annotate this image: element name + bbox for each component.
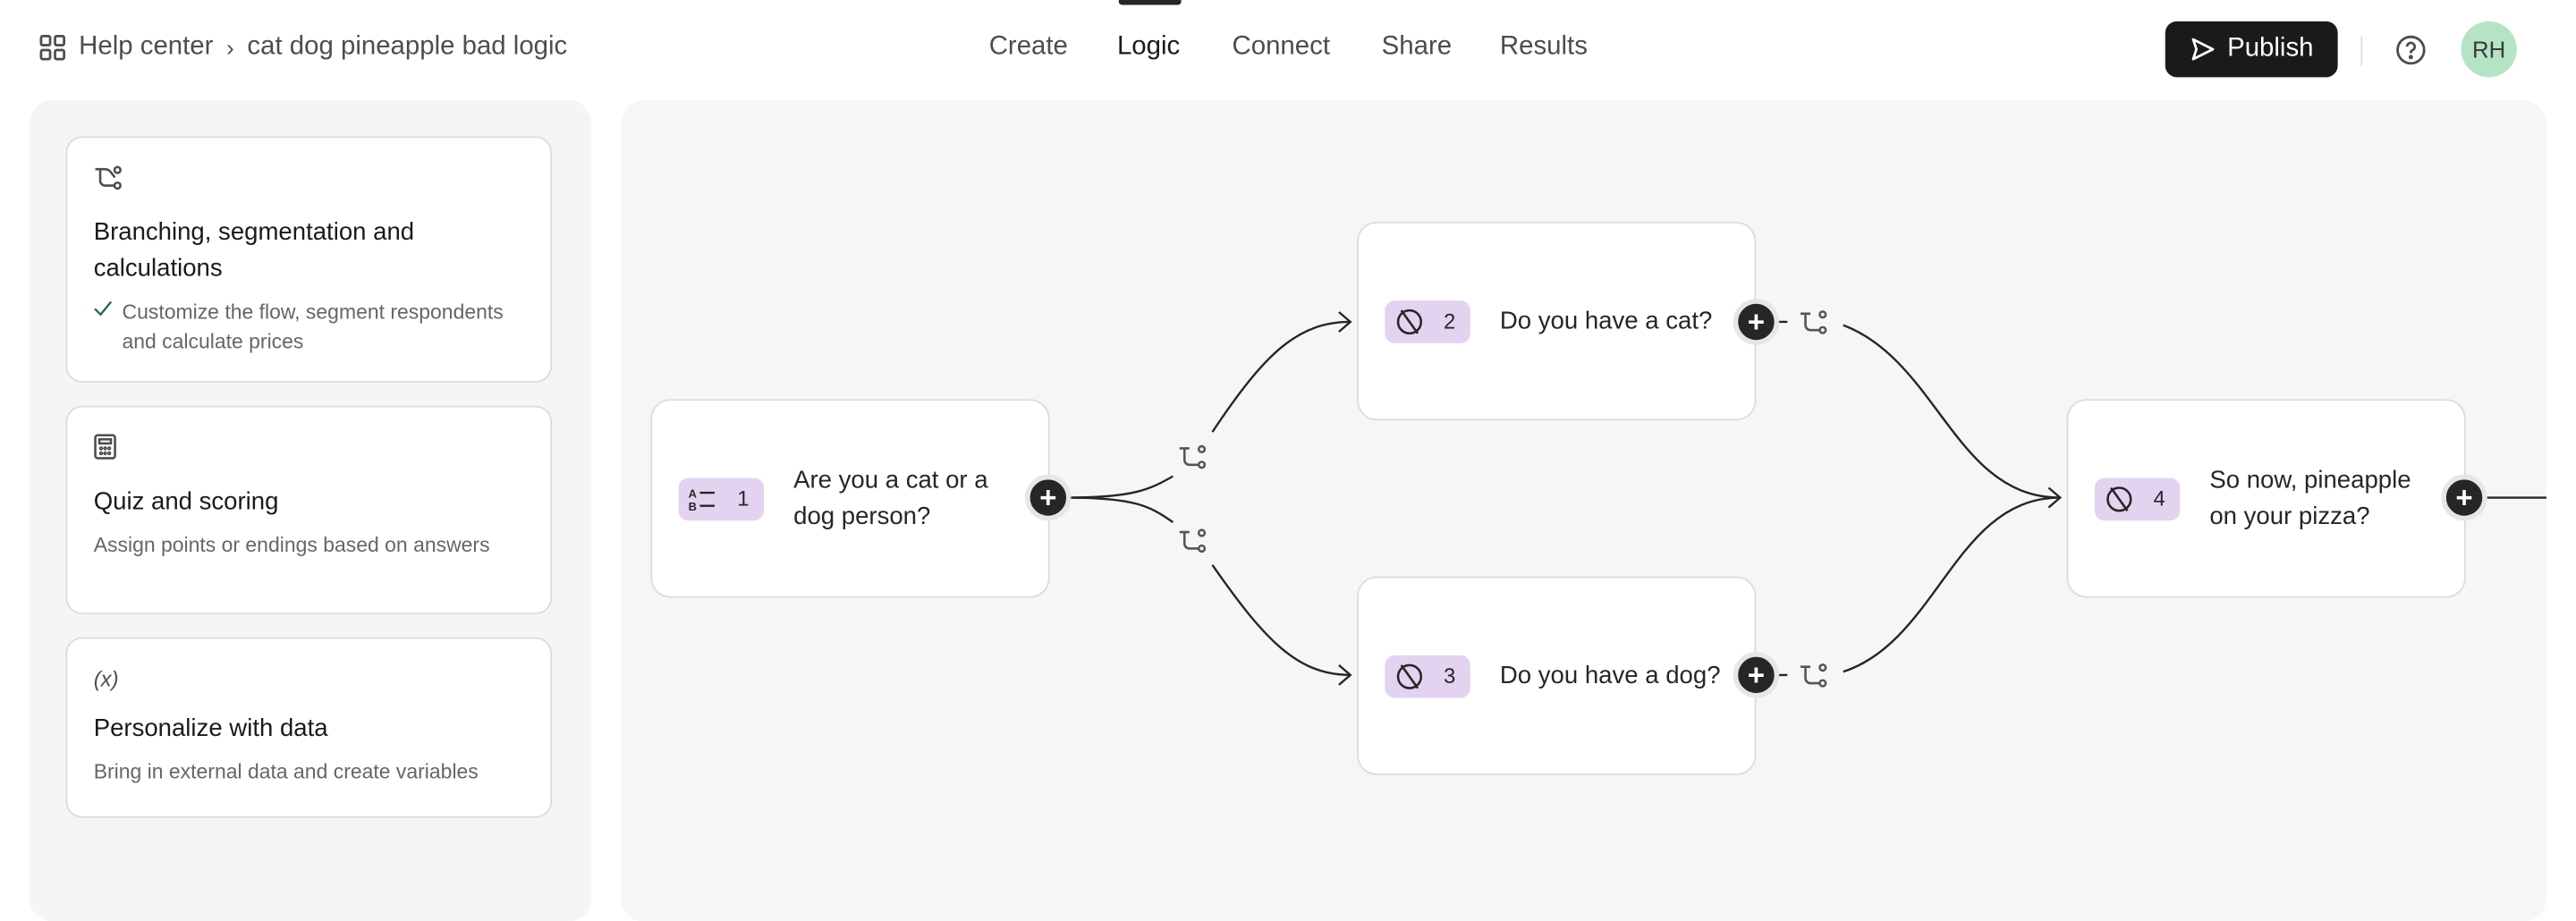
question-badge: 3 [1385, 654, 1470, 697]
flow-node-2[interactable]: 2 Do you have a cat? [1357, 221, 1757, 421]
edge-2-4 [1775, 320, 2061, 499]
branch-icon[interactable] [1799, 662, 1828, 688]
yes-no-icon [2106, 486, 2132, 511]
svg-text:B: B [689, 499, 697, 511]
add-node-button[interactable]: + [1025, 474, 1072, 521]
question-badge: 4 [2094, 477, 2181, 520]
edge-1-2 [1067, 320, 1351, 499]
edge-3-4 [1775, 496, 2061, 677]
svg-text:A: A [689, 486, 697, 500]
branch-icon[interactable] [1178, 444, 1208, 469]
yes-no-icon [1396, 663, 1423, 689]
add-node-button[interactable]: + [1733, 652, 1780, 698]
question-number: 1 [737, 486, 750, 511]
question-text: Do you have a dog? [1499, 661, 1721, 689]
question-text: So now, pineapple on your pizza? [2209, 465, 2411, 530]
question-number: 4 [2153, 486, 2165, 511]
flow-node-3[interactable]: 3 Do you have a dog? [1357, 576, 1757, 775]
question-text: Do you have a cat? [1499, 306, 1713, 334]
question-badge: 2 [1385, 300, 1470, 342]
question-number: 2 [1444, 308, 1456, 334]
multiple-choice-icon: AB [689, 486, 715, 511]
question-text: Are you a cat or a dog person? [793, 465, 988, 530]
add-node-button[interactable]: + [2441, 474, 2487, 521]
add-node-button[interactable]: + [1733, 299, 1780, 345]
flow-node-1[interactable]: AB 1 Are you a cat or a dog person? [650, 399, 1050, 598]
question-badge: AB 1 [678, 477, 765, 520]
edge-1-3 [1067, 496, 1351, 677]
question-number: 3 [1444, 663, 1456, 689]
yes-no-icon [1396, 308, 1423, 334]
flow-node-4[interactable]: 4 So now, pineapple on your pizza? [2066, 399, 2466, 598]
branch-icon[interactable] [1178, 528, 1208, 553]
branch-icon[interactable] [1799, 308, 1828, 334]
